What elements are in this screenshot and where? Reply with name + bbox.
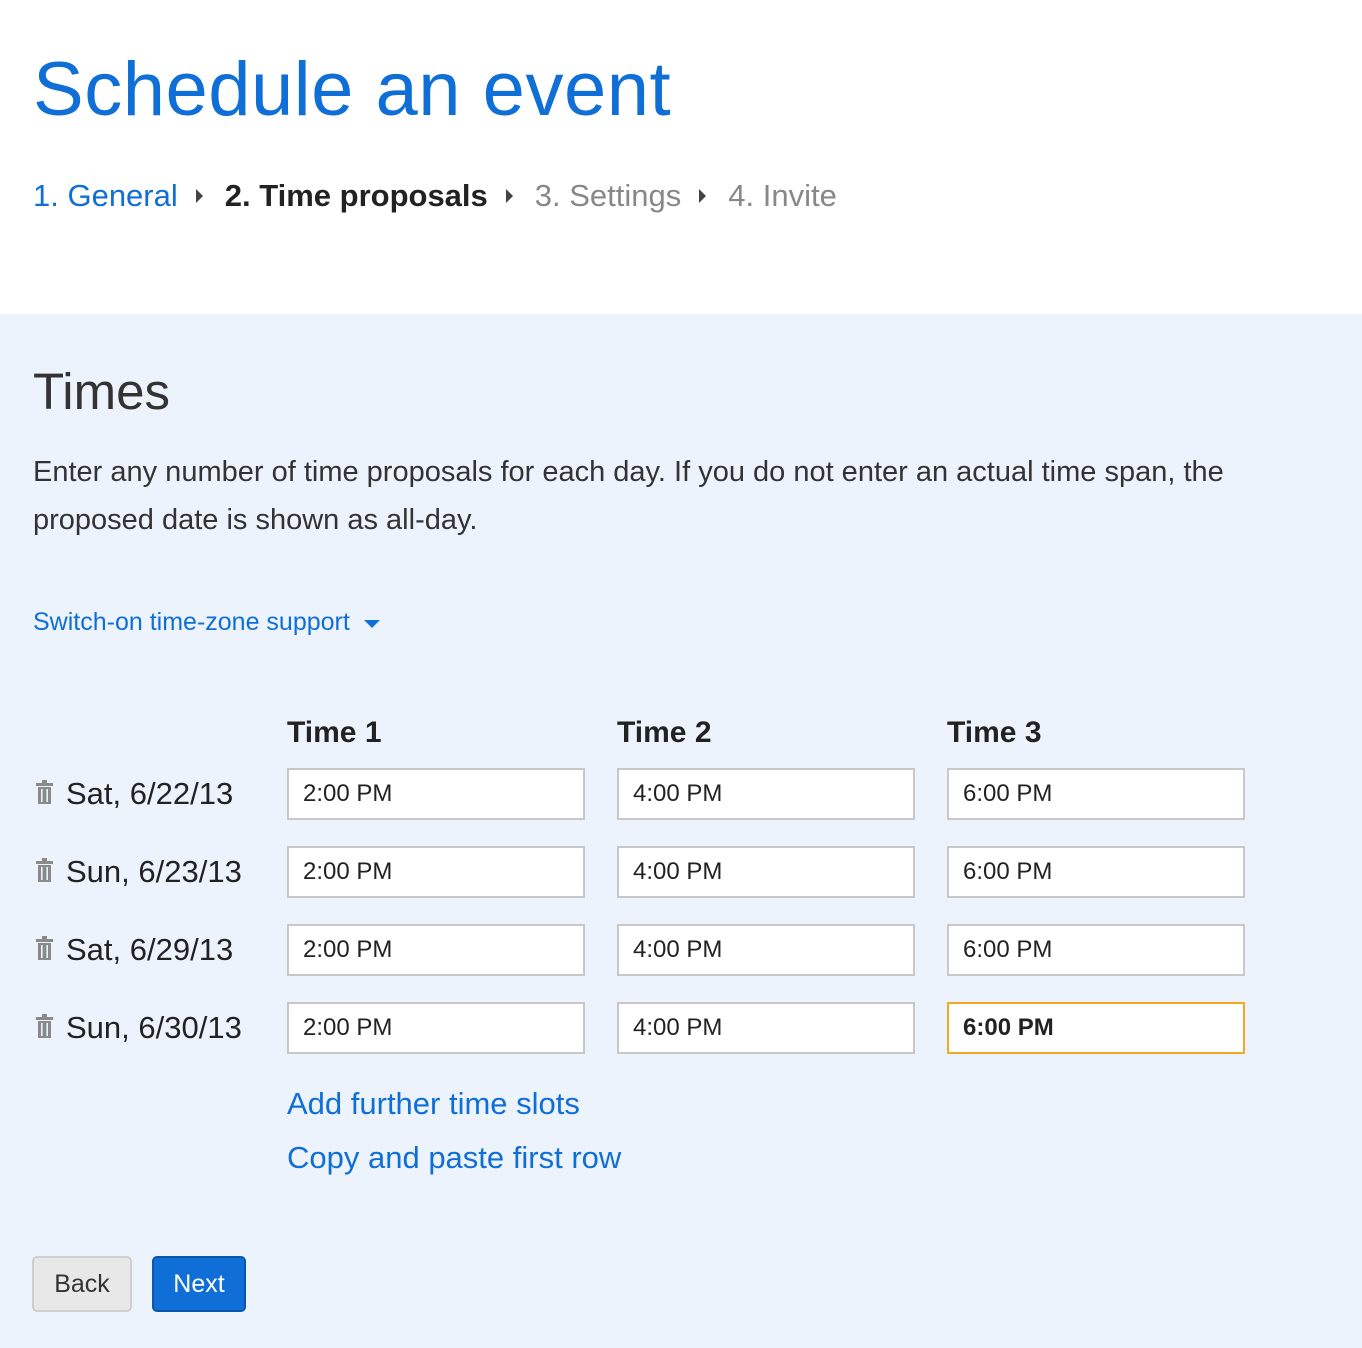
step-settings: 3. Settings (534, 178, 682, 213)
step-time-proposals: 2. Time proposals (224, 178, 488, 213)
time-input-focused[interactable] (947, 1002, 1245, 1054)
intro-text: Enter any number of time proposals for e… (33, 456, 1224, 536)
next-button[interactable]: Next (152, 1256, 246, 1312)
date-label: Sun, 6/30/13 (66, 1010, 242, 1045)
date-row: Sun, 6/30/13 (0, 1002, 1362, 1054)
date-label: Sun, 6/23/13 (66, 854, 242, 889)
timezone-support-link[interactable]: Switch-on time-zone support (33, 608, 380, 637)
copy-first-row-link[interactable]: Copy and paste first row (287, 1142, 621, 1173)
add-time-slots-link[interactable]: Add further time slots (287, 1088, 580, 1119)
back-button[interactable]: Back (32, 1256, 132, 1312)
column-header-time-3: Time 3 (947, 716, 1042, 749)
section-title: Times (33, 363, 170, 420)
timezone-support-label: Switch-on time-zone support (33, 608, 350, 636)
step-general[interactable]: 1. General (33, 180, 178, 211)
trash-icon[interactable] (36, 858, 53, 882)
date-row: Sat, 6/22/13 (0, 768, 1362, 820)
wizard-steps: 1. General 2. Time proposals 3. Settings… (33, 180, 837, 211)
date-row: Sun, 6/23/13 (0, 846, 1362, 898)
time-input[interactable] (287, 1002, 585, 1054)
time-input[interactable] (947, 768, 1245, 820)
column-header-time-2: Time 2 (617, 716, 712, 749)
date-label: Sat, 6/29/13 (66, 932, 234, 967)
time-input[interactable] (947, 846, 1245, 898)
date-row: Sat, 6/29/13 (0, 924, 1362, 976)
step-arrow-icon (195, 188, 203, 203)
date-label: Sat, 6/22/13 (66, 776, 234, 811)
trash-icon[interactable] (36, 936, 53, 960)
times-panel: Times Enter any number of time proposals… (0, 314, 1362, 1348)
trash-icon[interactable] (36, 780, 53, 804)
column-header-time-1: Time 1 (287, 716, 382, 749)
step-arrow-icon (699, 188, 707, 203)
page-header: Schedule an event 1. General 2. Time pro… (0, 0, 1362, 314)
time-input[interactable] (617, 768, 915, 820)
time-input[interactable] (617, 1002, 915, 1054)
time-input[interactable] (617, 846, 915, 898)
page-title: Schedule an event (33, 47, 672, 132)
time-input[interactable] (287, 924, 585, 976)
step-invite: 4. Invite (728, 178, 837, 213)
time-input[interactable] (617, 924, 915, 976)
time-input[interactable] (947, 924, 1245, 976)
step-arrow-icon (505, 188, 513, 203)
time-input[interactable] (287, 846, 585, 898)
caret-down-icon (363, 619, 380, 628)
trash-icon[interactable] (36, 1014, 53, 1038)
time-input[interactable] (287, 768, 585, 820)
